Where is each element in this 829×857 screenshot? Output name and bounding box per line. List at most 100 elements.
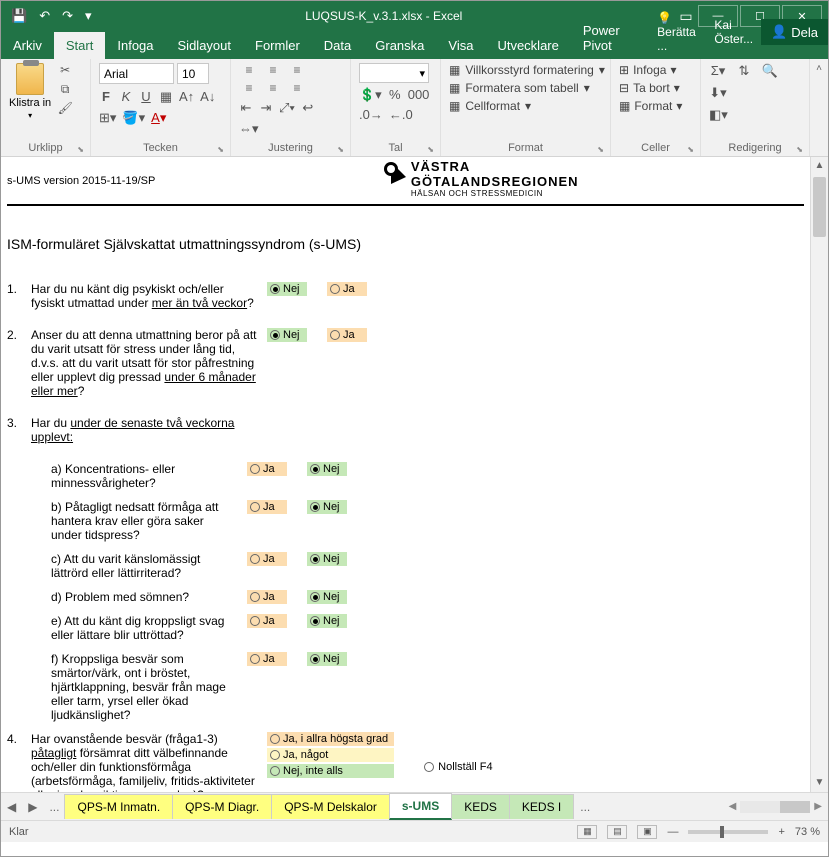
sort-filter-icon[interactable]: ⇅ bbox=[735, 63, 753, 79]
fill-color-button[interactable]: 🪣▾ bbox=[122, 110, 145, 126]
horizontal-scrollbar[interactable] bbox=[740, 801, 810, 813]
conditional-formatting-button[interactable]: ▦ Villkorsstyrd formatering ▾ bbox=[449, 63, 602, 77]
copy-icon[interactable]: ⧉ bbox=[57, 82, 73, 96]
q3c-option-nej[interactable]: Nej bbox=[307, 552, 347, 566]
percent-format-icon[interactable]: % bbox=[388, 87, 402, 103]
align-middle-icon[interactable]: ≡ bbox=[263, 63, 283, 77]
vertical-scrollbar[interactable]: ▲ ▼ bbox=[810, 157, 828, 792]
align-left-icon[interactable]: ≡ bbox=[239, 81, 259, 95]
scroll-down-icon[interactable]: ▼ bbox=[811, 774, 828, 792]
border-dropdown[interactable]: ⊞▾ bbox=[99, 110, 116, 126]
bold-button[interactable]: F bbox=[99, 89, 113, 105]
q4-option-2[interactable]: Ja, något bbox=[267, 748, 394, 762]
qat-save[interactable]: 💾 bbox=[11, 8, 27, 24]
view-page-break-icon[interactable]: ▣ bbox=[637, 825, 657, 839]
zoom-slider[interactable] bbox=[688, 830, 768, 834]
tab-infoga[interactable]: Infoga bbox=[105, 32, 165, 59]
tell-me[interactable]: 💡 Berätta ... bbox=[649, 5, 706, 59]
paste-button[interactable]: Klistra in ▾ bbox=[9, 63, 51, 120]
q3c-option-ja[interactable]: Ja bbox=[247, 552, 287, 566]
align-bottom-icon[interactable]: ≡ bbox=[287, 63, 307, 77]
q2-option-nej[interactable]: Nej bbox=[267, 328, 307, 342]
font-color-button[interactable]: A▾ bbox=[151, 110, 166, 126]
sheet-tab-qpsm-inmatn[interactable]: QPS-M Inmatn. bbox=[64, 794, 173, 819]
sheet-tab-keds[interactable]: KEDS bbox=[451, 794, 510, 819]
q3f-option-nej[interactable]: Nej bbox=[307, 652, 347, 666]
hscroll-right-icon[interactable]: ▶ bbox=[814, 801, 822, 812]
q3a-option-nej[interactable]: Nej bbox=[307, 462, 347, 476]
decrease-indent-icon[interactable]: ⇤ bbox=[239, 100, 253, 116]
align-center-icon[interactable]: ≡ bbox=[263, 81, 283, 95]
font-name-input[interactable] bbox=[99, 63, 174, 84]
format-painter-icon[interactable]: 🖌 bbox=[57, 101, 73, 115]
tab-formler[interactable]: Formler bbox=[243, 32, 312, 59]
scrollbar-thumb[interactable] bbox=[813, 177, 826, 237]
orientation-icon[interactable]: ⤢▾ bbox=[279, 100, 295, 116]
sheet-nav-next[interactable]: ▶ bbox=[22, 800, 43, 814]
q4-option-1[interactable]: Ja, i allra högsta grad bbox=[267, 732, 394, 746]
tab-data[interactable]: Data bbox=[312, 32, 363, 59]
sheet-nav-prev[interactable]: ◀ bbox=[1, 800, 22, 814]
hscroll-left-icon[interactable]: ◀ bbox=[729, 801, 737, 812]
sheet-tab-qpsm-diagr[interactable]: QPS-M Diagr. bbox=[172, 794, 272, 819]
tab-arkiv[interactable]: Arkiv bbox=[1, 32, 54, 59]
autosum-icon[interactable]: Σ▾ bbox=[709, 63, 727, 79]
zoom-out-button[interactable]: — bbox=[667, 826, 678, 838]
qat-redo[interactable]: ↷ bbox=[62, 8, 73, 24]
tab-visa[interactable]: Visa bbox=[436, 32, 485, 59]
sheet-tab-keds-i[interactable]: KEDS I bbox=[509, 794, 574, 819]
tab-granska[interactable]: Granska bbox=[363, 32, 436, 59]
decrease-decimal-icon[interactable]: ←.0 bbox=[389, 107, 413, 122]
q3b-option-nej[interactable]: Nej bbox=[307, 500, 347, 514]
zoom-level[interactable]: 73 % bbox=[795, 826, 820, 838]
decrease-font-icon[interactable]: A↓ bbox=[200, 89, 215, 105]
merge-center-icon[interactable]: ⇔▾ bbox=[239, 121, 259, 137]
account-user[interactable]: Kai Öster... bbox=[706, 12, 761, 52]
q3e-option-ja[interactable]: Ja bbox=[247, 614, 287, 628]
q3b-option-ja[interactable]: Ja bbox=[247, 500, 287, 514]
tab-utvecklare[interactable]: Utvecklare bbox=[485, 32, 570, 59]
q2-option-ja[interactable]: Ja bbox=[327, 328, 367, 342]
q4-option-3[interactable]: Nej, inte alls bbox=[267, 764, 394, 778]
sheet-nav-more[interactable]: ... bbox=[43, 800, 65, 814]
clear-icon[interactable]: ◧▾ bbox=[709, 107, 727, 123]
number-format-dropdown[interactable]: ▾ bbox=[359, 63, 429, 83]
tab-powerpivot[interactable]: Power Pivot bbox=[571, 17, 649, 59]
align-top-icon[interactable]: ≡ bbox=[239, 63, 259, 77]
zoom-in-button[interactable]: + bbox=[778, 826, 784, 838]
delete-cells-button[interactable]: ⊟ Ta bort ▾ bbox=[619, 81, 692, 95]
italic-button[interactable]: K bbox=[119, 89, 133, 105]
insert-cells-button[interactable]: ⊞ Infoga ▾ bbox=[619, 63, 692, 77]
sheet-tabs-overflow[interactable]: ... bbox=[574, 800, 596, 814]
scroll-up-icon[interactable]: ▲ bbox=[811, 157, 828, 175]
q1-option-nej[interactable]: Nej bbox=[267, 282, 307, 296]
q4-reset-button[interactable]: Nollställ F4 bbox=[424, 732, 492, 792]
qat-undo[interactable]: ↶ bbox=[39, 8, 50, 24]
q3a-option-ja[interactable]: Ja bbox=[247, 462, 287, 476]
increase-decimal-icon[interactable]: .0→ bbox=[359, 107, 383, 122]
q3e-option-nej[interactable]: Nej bbox=[307, 614, 347, 628]
increase-font-icon[interactable]: A↑ bbox=[179, 89, 194, 105]
underline-button[interactable]: U bbox=[139, 89, 153, 105]
q1-option-ja[interactable]: Ja bbox=[327, 282, 367, 296]
collapse-ribbon-icon[interactable]: ˄ bbox=[810, 59, 828, 156]
wrap-text-icon[interactable]: ↩ bbox=[301, 100, 315, 116]
accounting-format-icon[interactable]: 💲▾ bbox=[359, 87, 382, 103]
sheet-tab-sums[interactable]: s-UMS bbox=[389, 793, 452, 820]
sheet-tab-qpsm-delskalor[interactable]: QPS-M Delskalor bbox=[271, 794, 390, 819]
q3d-option-ja[interactable]: Ja bbox=[247, 590, 287, 604]
fill-icon[interactable]: ⬇▾ bbox=[709, 85, 727, 101]
cell-styles-button[interactable]: ▦ Cellformat ▾ bbox=[449, 99, 602, 113]
view-normal-icon[interactable]: ▦ bbox=[577, 825, 597, 839]
border-button[interactable]: ▦ bbox=[159, 89, 173, 105]
q3d-option-nej[interactable]: Nej bbox=[307, 590, 347, 604]
cut-icon[interactable]: ✂ bbox=[57, 63, 73, 77]
align-right-icon[interactable]: ≡ bbox=[287, 81, 307, 95]
comma-format-icon[interactable]: 000 bbox=[408, 87, 430, 103]
format-cells-button[interactable]: ▦ Format ▾ bbox=[619, 99, 692, 113]
q3f-option-ja[interactable]: Ja bbox=[247, 652, 287, 666]
find-select-icon[interactable]: 🔍 bbox=[761, 63, 779, 79]
font-size-input[interactable] bbox=[177, 63, 209, 84]
share-button[interactable]: 👤 Dela bbox=[761, 19, 828, 45]
view-page-layout-icon[interactable]: ▤ bbox=[607, 825, 627, 839]
